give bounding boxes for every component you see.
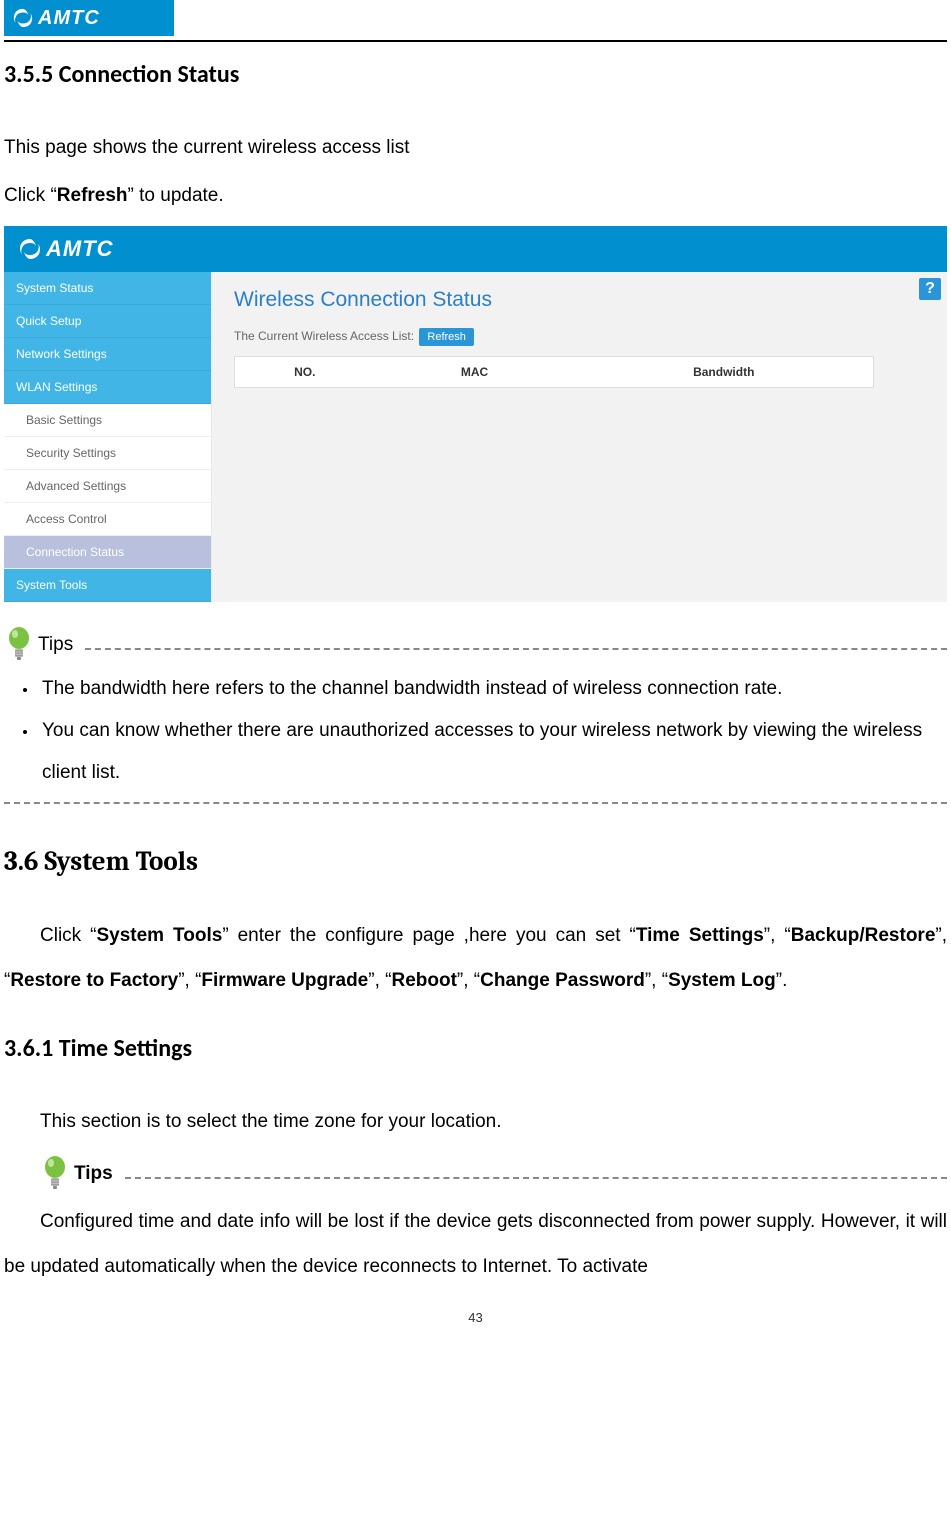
tips-header: Tips — [4, 622, 947, 660]
refresh-bold: Refresh — [57, 185, 128, 206]
embedded-screenshot: AMTC System Status Quick Setup Network S… — [4, 226, 947, 602]
help-icon[interactable]: ? — [919, 278, 941, 300]
panel-sub: The Current Wireless Access List: Refres… — [234, 328, 935, 346]
dashed-separator — [4, 802, 947, 804]
nav-system-tools[interactable]: System Tools — [4, 569, 211, 602]
brand-logo-bar: AMTC — [4, 0, 174, 36]
t: ”, “ — [764, 925, 791, 946]
t: ”, “ — [645, 970, 668, 991]
t: ”, “ — [178, 970, 201, 991]
sidebar: System Status Quick Setup Network Settin… — [4, 272, 212, 602]
b: Firmware Upgrade — [201, 970, 368, 991]
text: ” to update. — [128, 185, 224, 206]
dashed-line — [85, 648, 947, 650]
bulb-icon — [40, 1154, 70, 1192]
header-rule — [4, 40, 947, 42]
time-tip-para: Configured time and date info will be lo… — [4, 1199, 947, 1290]
nav-wlan-settings[interactable]: WLAN Settings — [4, 371, 211, 404]
intro-line1: This page shows the current wireless acc… — [4, 125, 947, 171]
brand-text: AMTC — [46, 236, 114, 262]
nav-advanced-settings[interactable]: Advanced Settings — [4, 470, 211, 503]
t: ”, “ — [368, 970, 391, 991]
page-number: 43 — [4, 1310, 947, 1325]
content: 3.5.5 Connection Status This page shows … — [0, 60, 951, 1325]
panel-title: Wireless Connection Status — [234, 288, 935, 312]
nav-security-settings[interactable]: Security Settings — [4, 437, 211, 470]
b: Backup/Restore — [791, 925, 936, 946]
swirl-icon — [12, 7, 34, 29]
nav-access-control[interactable]: Access Control — [4, 503, 211, 536]
col-bandwidth: Bandwidth — [575, 357, 874, 388]
nav-system-status[interactable]: System Status — [4, 272, 211, 305]
b: Reboot — [391, 970, 456, 991]
t: ” enter the configure page ,here you can… — [222, 925, 636, 946]
dashed-line — [125, 1177, 947, 1179]
nav-quick-setup[interactable]: Quick Setup — [4, 305, 211, 338]
refresh-button[interactable]: Refresh — [419, 328, 474, 346]
tips-label-2: Tips — [74, 1163, 113, 1185]
system-tools-para: Click “System Tools” enter the configure… — [4, 913, 947, 1004]
table-header-row: NO. MAC Bandwidth — [235, 357, 874, 388]
main-panel: ? Wireless Connection Status The Current… — [212, 272, 947, 602]
b: System Log — [668, 970, 776, 991]
heading-355: 3.5.5 Connection Status — [4, 60, 947, 89]
page: AMTC 3.5.5 Connection Status This page s… — [0, 0, 951, 1345]
swirl-icon — [18, 237, 42, 261]
screenshot-body: System Status Quick Setup Network Settin… — [4, 272, 947, 602]
tips-header-2: Tips — [4, 1151, 947, 1189]
access-list-label: The Current Wireless Access List: — [234, 329, 414, 343]
t: Click “ — [40, 925, 96, 946]
heading-36: 3.6 System Tools — [4, 846, 947, 877]
col-mac: MAC — [375, 357, 575, 388]
b: System Tools — [96, 925, 222, 946]
screenshot-logo-bar: AMTC — [4, 226, 947, 272]
intro-line2: Click “Refresh” to update. — [4, 175, 947, 217]
nav-basic-settings[interactable]: Basic Settings — [4, 404, 211, 437]
heading-361: 3.6.1 Time Settings — [4, 1034, 947, 1063]
b: Change Password — [480, 970, 645, 991]
tips-label: Tips — [38, 634, 73, 656]
bulb-icon — [4, 625, 34, 663]
text: Click “ — [4, 185, 57, 206]
col-no: NO. — [235, 357, 375, 388]
nav-connection-status[interactable]: Connection Status — [4, 536, 211, 569]
brand-text: AMTC — [38, 7, 100, 30]
tips-item-1: The bandwidth here refers to the channel… — [38, 668, 947, 710]
b: Restore to Factory — [10, 970, 178, 991]
connection-table: NO. MAC Bandwidth — [234, 356, 874, 388]
time-intro: This section is to select the time zone … — [4, 1099, 947, 1145]
b: Time Settings — [636, 925, 764, 946]
tips-list: The bandwidth here refers to the channel… — [4, 668, 947, 793]
tips-item-2: You can know whether there are unauthori… — [38, 710, 947, 794]
time-intro-text: This section is to select the time zone … — [40, 1111, 502, 1132]
nav-network-settings[interactable]: Network Settings — [4, 338, 211, 371]
t: ”, “ — [457, 970, 480, 991]
t: ”. — [776, 970, 788, 991]
time-tip-text: Configured time and date info will be lo… — [4, 1211, 947, 1278]
